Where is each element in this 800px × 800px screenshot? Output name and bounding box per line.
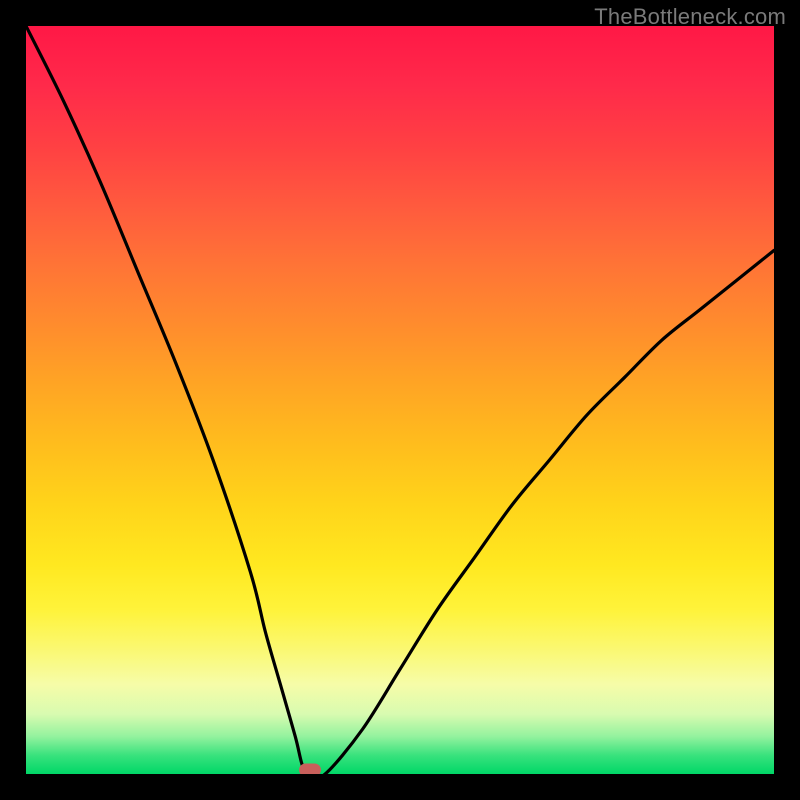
watermark-text: TheBottleneck.com	[594, 4, 786, 30]
bottleneck-curve	[26, 26, 774, 774]
optimum-marker	[299, 764, 321, 775]
plot-area	[26, 26, 774, 774]
chart-frame: TheBottleneck.com	[0, 0, 800, 800]
